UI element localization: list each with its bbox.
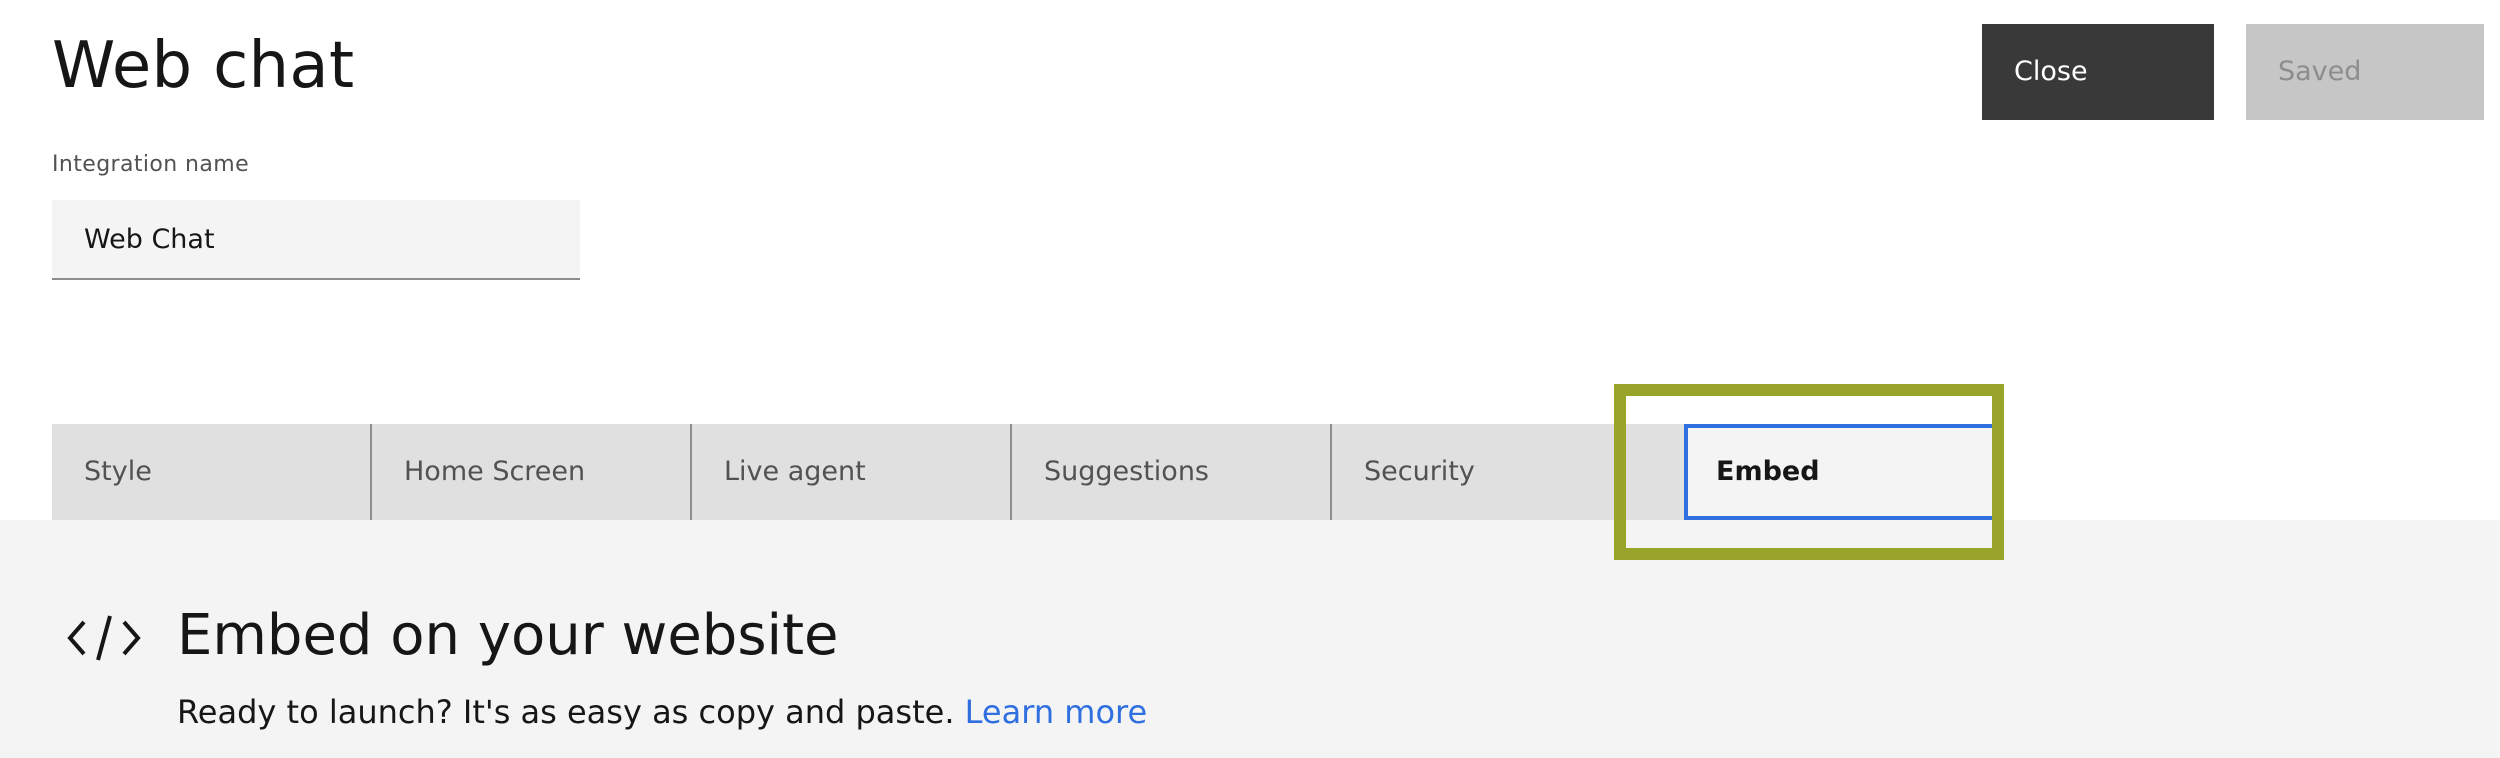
code-icon	[67, 615, 141, 661]
tab-home-screen[interactable]: Home Screen	[372, 424, 692, 520]
tab-live-agent[interactable]: Live agent	[692, 424, 1012, 520]
tab-list: Style Home Screen Live agent Suggestions…	[52, 424, 2004, 520]
embed-heading: Embed on your website	[177, 603, 839, 668]
embed-description-line: Ready to launch? It's as easy as copy an…	[177, 690, 1147, 734]
integration-name-input[interactable]	[52, 200, 580, 280]
page-title: Web chat	[52, 29, 355, 103]
integration-name-label: Integration name	[52, 152, 250, 177]
tab-security[interactable]: Security	[1332, 424, 1652, 520]
embed-description: Ready to launch? It's as easy as copy an…	[177, 693, 955, 731]
tab-suggestions[interactable]: Suggestions	[1012, 424, 1332, 520]
saved-button[interactable]: Saved	[2246, 24, 2484, 120]
tab-embed[interactable]: Embed	[1684, 424, 2004, 520]
tab-style[interactable]: Style	[52, 424, 372, 520]
learn-more-link[interactable]: Learn more	[965, 693, 1148, 731]
close-button[interactable]: Close	[1982, 24, 2214, 120]
tab-embed-container: Embed	[1652, 424, 2004, 520]
